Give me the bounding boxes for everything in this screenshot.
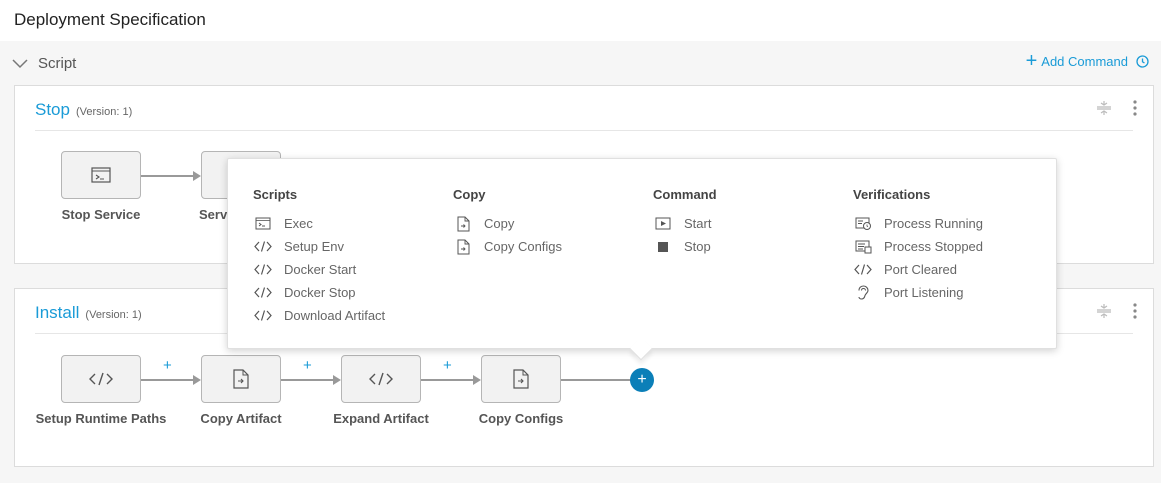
menu-item-port-cleared[interactable]: Port Cleared xyxy=(853,258,983,281)
menu-item-label: Download Artifact xyxy=(284,308,386,323)
plus-icon: + xyxy=(1025,50,1038,72)
script-section-toggle[interactable]: Script xyxy=(12,55,76,72)
menu-item-label: Port Cleared xyxy=(884,262,957,277)
menu-item-label: Process Stopped xyxy=(884,239,984,254)
menu-item-copy-configs[interactable]: Copy Configs xyxy=(453,235,562,258)
menu-item-docker-start[interactable]: Docker Start xyxy=(253,258,385,281)
code-icon xyxy=(254,241,272,252)
menu-item-download-artifact[interactable]: Download Artifact xyxy=(253,304,385,327)
menu-item-copy[interactable]: Copy xyxy=(453,212,562,235)
code-icon xyxy=(254,264,272,275)
arrowhead xyxy=(473,375,481,385)
connector xyxy=(141,175,193,177)
card-version: (Version: 1) xyxy=(85,309,142,321)
menu-item-process-stopped[interactable]: Process Stopped xyxy=(853,235,983,258)
menu-item-label: Start xyxy=(684,216,712,231)
process-running-icon xyxy=(855,217,871,230)
chevron-down-icon xyxy=(12,58,28,68)
arrowhead xyxy=(193,375,201,385)
file-copy-icon xyxy=(457,239,469,254)
node-label: Copy Configs xyxy=(478,411,564,426)
connector xyxy=(421,379,473,381)
menu-item-process-running[interactable]: Process Running xyxy=(853,212,983,235)
history-icon[interactable] xyxy=(1136,54,1149,68)
menu-item-label: Process Running xyxy=(884,216,983,231)
menu-item-label: Port Listening xyxy=(884,285,964,300)
menu-item-label: Docker Start xyxy=(284,262,357,277)
section-title: Script xyxy=(38,55,77,72)
popup-column-scripts: Scripts Exec Setup Env Docker Start Dock… xyxy=(253,187,385,327)
menu-item-label: Copy Configs xyxy=(484,239,563,254)
code-icon xyxy=(854,264,872,275)
popup-column-verifications: Verifications Process Running Process St… xyxy=(853,187,983,304)
arrowhead xyxy=(193,171,201,181)
card-title[interactable]: Stop xyxy=(35,100,70,120)
card-title[interactable]: Install xyxy=(35,303,79,323)
column-title: Command xyxy=(653,187,717,202)
code-icon xyxy=(89,372,113,386)
popup-column-command: Command Start Stop xyxy=(653,187,717,258)
menu-item-exec[interactable]: Exec xyxy=(253,212,385,235)
stop-icon xyxy=(658,241,668,252)
ear-icon xyxy=(858,285,869,300)
menu-item-setup-env[interactable]: Setup Env xyxy=(253,235,385,258)
menu-item-label: Stop xyxy=(684,239,711,254)
page-title: Deployment Specification xyxy=(14,10,206,29)
menu-item-start[interactable]: Start xyxy=(653,212,717,235)
file-copy-icon xyxy=(513,369,529,389)
popup-column-copy: Copy Copy Copy Configs xyxy=(453,187,562,258)
terminal-icon xyxy=(255,217,271,230)
menu-item-label: Exec xyxy=(284,216,313,231)
collapse-icon[interactable] xyxy=(1097,101,1111,115)
menu-item-port-listening[interactable]: Port Listening xyxy=(853,281,983,304)
code-icon xyxy=(369,372,393,386)
file-copy-icon xyxy=(233,369,249,389)
column-title: Copy xyxy=(453,187,486,202)
more-options-icon[interactable] xyxy=(1133,303,1137,319)
arrowhead xyxy=(333,375,341,385)
node-label: Copy Artifact xyxy=(200,411,282,426)
connector xyxy=(281,379,333,381)
node-label: Expand Artifact xyxy=(333,411,429,426)
code-icon xyxy=(254,310,272,321)
insert-step-button[interactable]: + xyxy=(443,357,452,374)
add-command-popup: Scripts Exec Setup Env Docker Start Dock… xyxy=(227,158,1057,361)
terminal-icon xyxy=(91,167,111,183)
add-command-label: Add Command xyxy=(1041,53,1128,69)
play-icon xyxy=(655,217,671,230)
menu-item-label: Setup Env xyxy=(284,239,344,254)
connector xyxy=(141,379,193,381)
menu-item-stop[interactable]: Stop xyxy=(653,235,717,258)
add-command-button[interactable]: + Add Command xyxy=(1025,50,1149,72)
menu-item-label: Docker Stop xyxy=(284,285,356,300)
more-options-icon[interactable] xyxy=(1133,100,1137,116)
add-step-button[interactable]: + xyxy=(630,368,654,392)
menu-item-docker-stop[interactable]: Docker Stop xyxy=(253,281,385,304)
card-divider xyxy=(35,130,1133,131)
code-icon xyxy=(254,287,272,298)
process-stopped-icon xyxy=(855,240,871,253)
collapse-icon[interactable] xyxy=(1097,304,1111,318)
file-copy-icon xyxy=(457,216,469,231)
insert-step-button[interactable]: + xyxy=(163,357,172,374)
menu-item-label: Copy xyxy=(484,216,515,231)
column-title: Verifications xyxy=(853,187,931,202)
card-version: (Version: 1) xyxy=(75,106,133,118)
connector xyxy=(561,379,631,381)
insert-step-button[interactable]: + xyxy=(303,357,312,374)
node-label: Stop Service xyxy=(61,207,141,222)
page-header: Deployment Specification xyxy=(0,0,1161,41)
column-title: Scripts xyxy=(253,187,298,202)
node-label: Setup Runtime Paths xyxy=(35,411,167,426)
